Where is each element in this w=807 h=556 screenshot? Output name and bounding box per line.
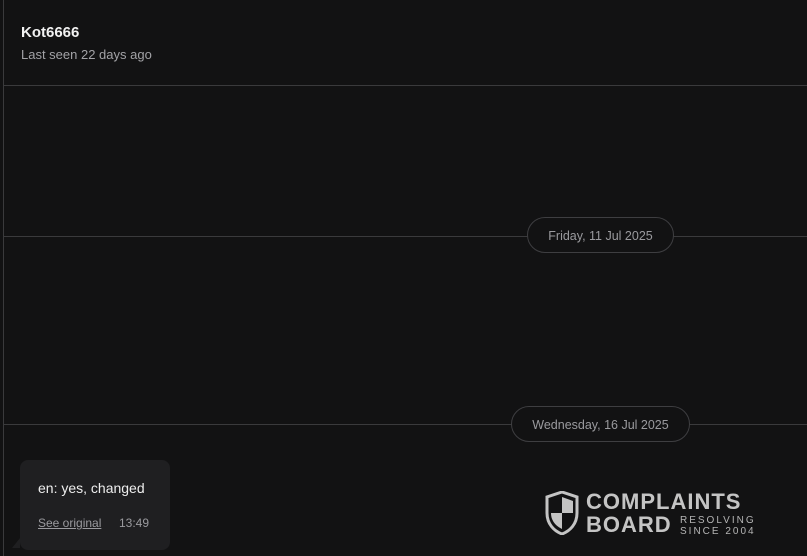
date-divider-line: [4, 236, 807, 237]
date-separator: Wednesday, 16 Jul 2025: [511, 406, 690, 442]
message-bubble[interactable]: en: yes, changed See original 13:49: [20, 460, 170, 550]
chat-window: Kot6666 Last seen 22 days ago Friday, 11…: [0, 0, 807, 556]
message-text: en: yes, changed: [38, 480, 145, 496]
watermark-title: COMPLAINTS: [586, 489, 742, 514]
bubble-tail: [12, 538, 20, 548]
last-seen-status: Last seen 22 days ago: [21, 47, 152, 62]
see-original-link[interactable]: See original: [38, 516, 101, 530]
watermark-subtitle: BOARD: [586, 512, 672, 537]
chat-header: Kot6666 Last seen 22 days ago: [4, 0, 807, 86]
date-separator: Friday, 11 Jul 2025: [527, 217, 674, 253]
watermark-tagline: RESOLVING: [680, 515, 756, 526]
message-time: 13:49: [119, 516, 150, 530]
contact-name[interactable]: Kot6666: [21, 24, 79, 41]
watermark-tagline: SINCE 2004: [680, 526, 756, 537]
complaints-board-watermark: COMPLAINTS BOARD RESOLVING SINCE 2004: [545, 490, 760, 538]
shield-logo-icon: [545, 491, 579, 535]
